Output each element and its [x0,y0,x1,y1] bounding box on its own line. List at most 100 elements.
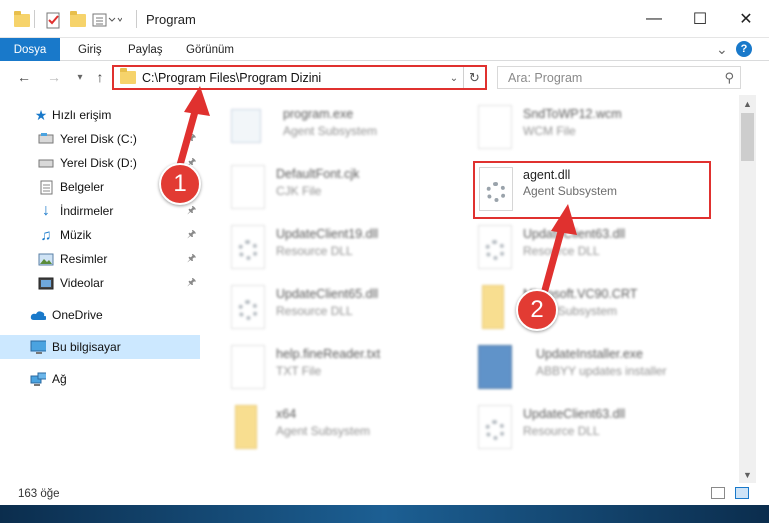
pin-icon[interactable]: 🖈 [187,227,196,244]
search-placeholder: Ara: Program [508,71,583,85]
sidebar-item-label: Yerel Disk (D:) [60,156,137,170]
file-name: agent.dll [523,168,571,182]
file-type: Agent Subsystem [276,424,371,438]
search-icon[interactable]: ⚲ [724,70,734,86]
sidebar-item-label: Ağ [52,372,67,386]
back-arrow-icon[interactable]: ← [14,67,34,87]
file-name: x64 [276,407,297,421]
blank-file-icon [231,165,265,209]
customize-toolbar-icon[interactable] [92,10,122,30]
close-button[interactable]: ✕ [723,0,769,38]
blank-file-icon [478,105,512,149]
file-item[interactable]: UpdateClient65.dll Resource DLL [231,283,471,335]
minimize-button[interactable]: — [631,0,677,38]
sidebar-item-label: Müzik [60,228,92,242]
file-item[interactable]: UpdateClient63.dll Resource DLL [478,223,718,275]
file-type: Resource DLL [523,424,600,438]
file-name: UpdateClient63.dll [523,227,626,241]
properties-icon[interactable] [46,10,62,30]
file-type: Resource DLL [523,244,600,258]
file-item[interactable]: help.fineReader.txt TXT File [231,343,471,395]
computer-icon [30,339,46,355]
file-name: UpdateInstaller.exe [536,347,644,361]
documents-icon [38,179,54,195]
sidebar-item-onedrive[interactable]: OneDrive [0,303,200,327]
refresh-icon[interactable]: ↻ [463,67,485,88]
file-name: DefaultFont.cjk [276,167,360,181]
file-type: Agent Subsystem [523,184,618,198]
file-list: program.exe Agent Subsystem SndToWP12.wc… [205,95,739,483]
chevron-down-icon[interactable]: ⌄ [447,70,461,87]
pictures-icon [38,251,54,267]
tab-home[interactable]: Giriş [78,38,102,61]
scroll-thumb[interactable] [741,113,754,161]
status-bar: 163 öğe [0,483,769,505]
drive-icon [38,155,54,171]
file-item[interactable]: UpdateInstaller.exe ABBYY updates instal… [478,343,718,395]
up-arrow-icon[interactable]: ↑ [90,67,110,87]
star-icon: ★ [34,106,48,123]
search-input[interactable]: Ara: Program ⚲ [497,66,741,89]
dll-gear-icon [478,405,512,449]
recent-locations-icon[interactable]: ▾ [70,67,90,87]
sidebar-item-network[interactable]: Ağ [0,367,200,391]
sidebar-item-label: OneDrive [52,308,103,322]
window-title: Program [146,12,196,27]
file-item[interactable]: DefaultFont.cjk CJK File [231,163,471,215]
file-item[interactable]: x64 Agent Subsystem [231,403,471,455]
file-item-agent-dll[interactable]: agent.dll Agent Subsystem [473,161,711,219]
download-icon: ↓ [42,202,50,219]
file-name: UpdateClient19.dll [276,227,379,241]
large-icons-view-icon[interactable] [735,487,749,499]
file-item[interactable]: program.exe Agent Subsystem [231,103,471,155]
pin-icon[interactable]: 🖈 [187,275,196,292]
file-type: WCM File [523,124,576,138]
app-icon [231,109,261,143]
file-item[interactable]: UpdateClient63.dll Resource DLL [478,403,718,455]
maximize-button[interactable]: ☐ [677,0,723,38]
forward-arrow-icon[interactable]: → [44,67,64,87]
pin-icon[interactable]: 🖈 [187,131,196,148]
navigation-bar: ← → ▾ ↑ C:\Program Files\Program Dizini … [0,61,769,95]
file-type: Resource DLL [276,304,353,318]
sidebar-item-drive-c[interactable]: Yerel Disk (C:) 🖈 [0,127,200,151]
title-bar: Program — ☐ ✕ [0,0,769,38]
file-item[interactable]: SndToWP12.wcm WCM File [478,103,718,155]
sidebar-item-label: Resimler [60,252,108,266]
file-name: UpdateClient65.dll [276,287,379,301]
videos-icon [38,275,54,291]
scroll-down-icon[interactable]: ▼ [739,466,756,483]
drive-icon [38,131,54,147]
tab-share[interactable]: Paylaş [128,38,163,61]
sidebar-item-pictures[interactable]: Resimler 🖈 [0,247,200,271]
tab-view[interactable]: Görünüm [186,38,234,61]
file-type: TXT File [276,364,322,378]
sidebar-item-videos[interactable]: Videolar 🖈 [0,271,200,295]
tab-file[interactable]: Dosya [0,38,60,61]
address-path[interactable]: C:\Program Files\Program Dizini [142,71,321,85]
ribbon-collapse-icon[interactable]: ⌄ [716,38,728,61]
step-badge-1: 1 [159,163,201,205]
item-count: 163 öğe [18,488,60,500]
file-name: SndToWP12.wcm [523,107,622,121]
help-icon[interactable]: ? [736,41,752,57]
vertical-scrollbar[interactable]: ▲ ▼ [739,95,756,483]
cloud-icon [30,307,46,323]
sidebar-item-this-pc[interactable]: Bu bilgisayar [0,335,200,359]
dll-gear-icon [478,225,512,269]
file-item[interactable]: Microsoft.VC90.CRT Agent Subsystem [478,283,718,335]
file-item[interactable]: UpdateClient19.dll Resource DLL [231,223,471,275]
scroll-up-icon[interactable]: ▲ [739,95,756,112]
details-view-icon[interactable] [711,487,725,499]
ribbon-tabs: Dosya Giriş Paylaş Görünüm ⌄ ? [0,38,769,61]
sidebar-item-quick-access[interactable]: ★ Hızlı erişim [0,103,200,127]
step-badge-2: 2 [516,289,558,331]
folder-icon [482,285,504,329]
address-bar[interactable]: C:\Program Files\Program Dizini ⌄ ↻ [112,65,487,90]
sidebar-item-music[interactable]: ♫ Müzik 🖈 [0,223,200,247]
sidebar-item-label: Belgeler [60,180,105,194]
pin-icon[interactable]: 🖈 [187,251,196,268]
new-folder-icon[interactable] [70,10,86,30]
pin-icon[interactable]: 🖈 [187,203,196,220]
file-name: program.exe [283,107,354,121]
